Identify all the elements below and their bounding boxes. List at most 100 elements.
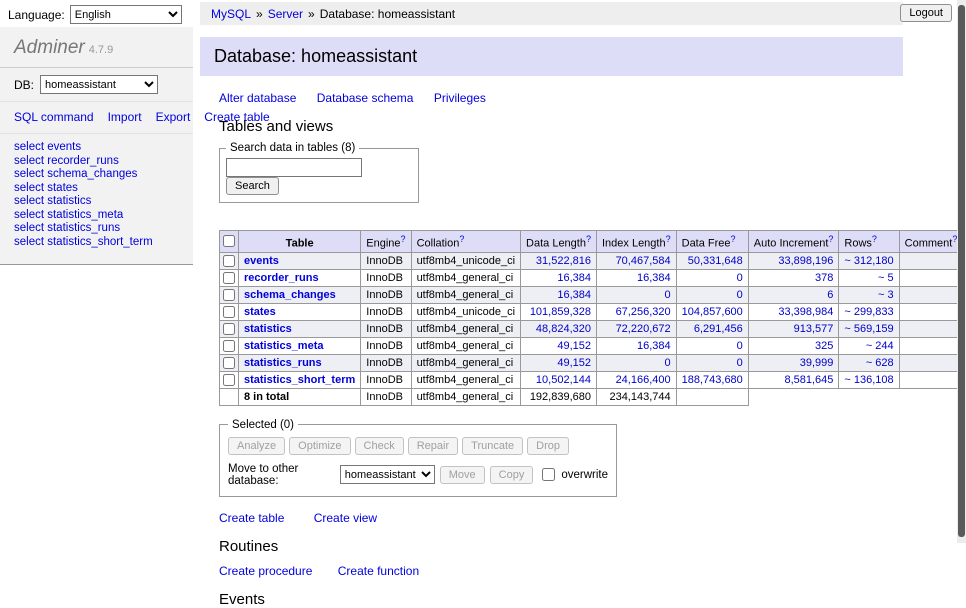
db-select[interactable]: homeassistant	[40, 75, 158, 94]
doc-link[interactable]: ?	[401, 234, 406, 244]
row-checkbox[interactable]	[223, 357, 235, 369]
row-checkbox[interactable]	[223, 255, 235, 267]
table-name-link[interactable]: states	[244, 306, 276, 318]
drop-button[interactable]: Drop	[527, 437, 569, 455]
rows-count-link[interactable]: ~ 628	[866, 357, 894, 369]
table-name-link[interactable]: statistics_runs	[244, 357, 322, 369]
doc-link[interactable]: ?	[872, 234, 877, 244]
comment-cell	[899, 371, 963, 388]
create-table-link[interactable]: Create table	[219, 511, 284, 525]
auto-increment-cell: 325	[748, 337, 839, 354]
rows-count-link[interactable]: ~ 244	[866, 340, 894, 352]
adminer-home-link[interactable]: Adminer	[14, 37, 85, 58]
create-view-link[interactable]: Create view	[314, 511, 377, 525]
row-checkbox[interactable]	[223, 340, 235, 352]
index-length-cell: 70,467,584	[596, 252, 676, 269]
doc-link[interactable]: ?	[586, 234, 591, 244]
analyze-button[interactable]: Analyze	[228, 437, 285, 455]
table-name-link[interactable]: statistics_meta	[244, 340, 324, 352]
copy-button[interactable]: Copy	[490, 466, 534, 484]
auto-increment-cell: 378	[748, 269, 839, 286]
data-length-cell: 49,152	[521, 337, 597, 354]
table-name-cell: schema_changes	[239, 286, 361, 303]
rows-count-link[interactable]: ~ 299,833	[844, 306, 893, 318]
auto-increment-cell: 39,999	[748, 354, 839, 371]
sidebar-link-import[interactable]: Import	[108, 110, 142, 124]
check-button[interactable]: Check	[355, 437, 404, 455]
doc-link[interactable]: ?	[828, 234, 833, 244]
table-name-link[interactable]: schema_changes	[244, 289, 336, 301]
database-schema-link[interactable]: Database schema	[317, 91, 414, 105]
routines-links: Create procedure Create function	[219, 564, 903, 578]
data-length-cell: 31,522,816	[521, 252, 597, 269]
row-checkbox[interactable]	[223, 272, 235, 284]
sidebar-table-link[interactable]: select schema_changes	[14, 168, 179, 182]
alter-database-link[interactable]: Alter database	[219, 91, 296, 105]
truncate-button[interactable]: Truncate	[462, 437, 523, 455]
events-heading: Events	[219, 591, 903, 608]
rows-count-link[interactable]: ~ 5	[878, 272, 894, 284]
row-checkbox[interactable]	[223, 306, 235, 318]
data-free-cell: 104,857,600	[676, 303, 748, 320]
index-length-cell: 16,384	[596, 269, 676, 286]
rows-count-cell: ~ 312,180	[839, 252, 899, 269]
rows-count-cell: ~ 569,159	[839, 320, 899, 337]
row-checkbox[interactable]	[223, 289, 235, 301]
table-name-link[interactable]: statistics	[244, 323, 292, 335]
rows-count-link[interactable]: ~ 136,108	[844, 374, 893, 386]
move-button[interactable]: Move	[440, 466, 485, 484]
column-header-comment: Comment?	[899, 231, 963, 253]
breadcrumb-link-server[interactable]: Server	[268, 7, 303, 21]
data-length-cell: 101,859,328	[521, 303, 597, 320]
sidebar-link-export[interactable]: Export	[156, 110, 191, 124]
language-select[interactable]: English	[70, 5, 182, 24]
table-name-link[interactable]: recorder_runs	[244, 272, 319, 284]
language-label: Language:	[8, 8, 65, 22]
auto-increment-cell: 33,898,196	[748, 252, 839, 269]
sidebar-table-link[interactable]: select statistics_meta	[14, 209, 179, 223]
search-button[interactable]: Search	[226, 177, 279, 195]
move-row: Move to other database: homeassistant Mo…	[228, 463, 608, 487]
rows-count-link[interactable]: ~ 3	[878, 289, 894, 301]
rows-count-link[interactable]: ~ 312,180	[844, 255, 893, 267]
doc-link[interactable]: ?	[459, 234, 464, 244]
table-name-link[interactable]: events	[244, 255, 279, 267]
column-header-rows: Rows?	[839, 231, 899, 253]
table-name-link[interactable]: statistics_short_term	[244, 374, 355, 386]
breadcrumb-link-mysql[interactable]: MySQL	[211, 7, 251, 21]
sidebar-table-link[interactable]: select events	[14, 141, 179, 155]
create-links: Create table Create view	[219, 511, 903, 525]
table-name-cell: events	[239, 252, 361, 269]
sidebar-table-link[interactable]: select states	[14, 182, 179, 196]
total-data-length-cell: 192,839,680	[521, 388, 597, 405]
rows-count-link[interactable]: ~ 569,159	[844, 323, 893, 335]
create-procedure-link[interactable]: Create procedure	[219, 564, 312, 578]
sidebar-table-link[interactable]: select recorder_runs	[14, 155, 179, 169]
repair-button[interactable]: Repair	[408, 437, 458, 455]
row-checkbox[interactable]	[223, 374, 235, 386]
sidebar-table-link[interactable]: select statistics_short_term	[14, 236, 179, 250]
row-checkbox[interactable]	[223, 323, 235, 335]
doc-link[interactable]: ?	[666, 234, 671, 244]
optimize-button[interactable]: Optimize	[289, 437, 350, 455]
create-function-link[interactable]: Create function	[338, 564, 419, 578]
logout-button[interactable]: Logout	[900, 4, 952, 22]
sidebar-table-link[interactable]: select statistics	[14, 195, 179, 209]
overwrite-checkbox[interactable]	[542, 468, 555, 481]
search-input[interactable]	[226, 158, 362, 177]
privileges-link[interactable]: Privileges	[434, 91, 486, 105]
sidebar-table-link[interactable]: select statistics_runs	[14, 222, 179, 236]
total-data-free-cell	[676, 388, 748, 405]
move-db-select[interactable]: homeassistant	[340, 465, 435, 484]
sidebar-link-sql-command[interactable]: SQL command	[14, 110, 94, 124]
auto-increment-cell: 913,577	[748, 320, 839, 337]
rows-count-cell: ~ 299,833	[839, 303, 899, 320]
breadcrumb-separator: »	[308, 7, 315, 21]
scrollbar[interactable]	[957, 0, 966, 543]
select-all-checkbox[interactable]	[223, 235, 235, 247]
index-length-cell: 24,166,400	[596, 371, 676, 388]
collation-cell: utf8mb4_general_ci	[411, 269, 520, 286]
index-length-cell: 0	[596, 286, 676, 303]
scrollbar-thumb[interactable]	[958, 5, 965, 537]
doc-link[interactable]: ?	[731, 234, 736, 244]
